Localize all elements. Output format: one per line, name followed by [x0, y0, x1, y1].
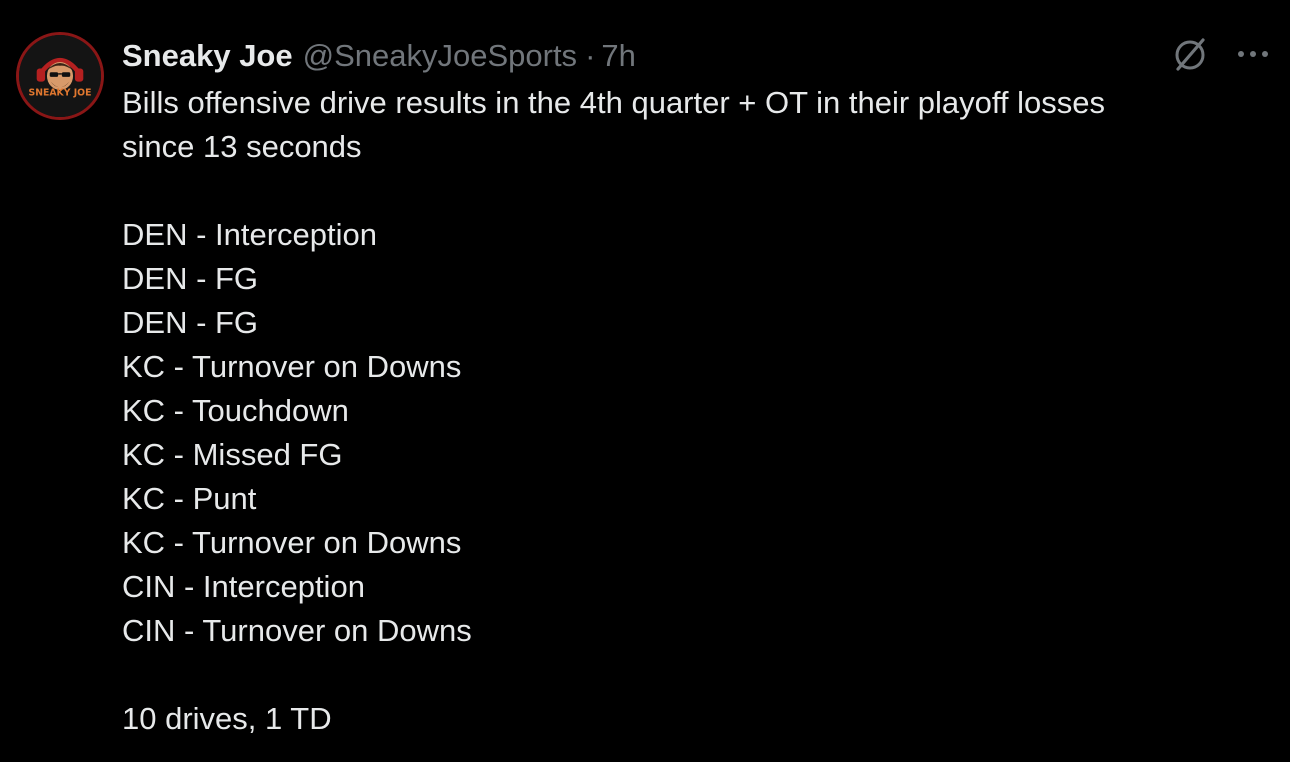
drive-item: DEN - Interception [122, 217, 377, 252]
drive-item: KC - Punt [122, 481, 257, 516]
drive-item: KC - Turnover on Downs [122, 349, 462, 384]
drive-item: CIN - Interception [122, 569, 365, 604]
summary-line: 10 drives, 1 TD [122, 701, 332, 736]
tweet-intro-line-1: Bills offensive drive results in the 4th… [122, 85, 1106, 120]
avatar[interactable]: SNEAKY JOE [16, 32, 104, 120]
drive-item: DEN - FG [122, 305, 259, 340]
tweet: SNEAKY JOE Sneaky Joe @SneakyJoeSports ·… [0, 0, 1290, 762]
timestamp[interactable]: 7h [601, 36, 635, 76]
more-dots-icon[interactable] [1236, 48, 1270, 60]
tweet-text: Bills offensive drive results in the 4th… [122, 81, 1252, 741]
grok-slash-icon[interactable] [1170, 34, 1210, 74]
separator-dot: · [585, 38, 596, 73]
drive-item: KC - Missed FG [122, 437, 343, 472]
avatar-text: SNEAKY JOE [29, 88, 92, 99]
display-name[interactable]: Sneaky Joe [122, 36, 293, 76]
avatar-image: SNEAKY JOE [19, 35, 101, 117]
drive-item: KC - Touchdown [122, 393, 349, 428]
tweet-header: Sneaky Joe @SneakyJoeSports · 7h [122, 36, 636, 76]
tweet-actions [1170, 34, 1270, 74]
drive-item: CIN - Turnover on Downs [122, 613, 472, 648]
user-handle[interactable]: @SneakyJoeSports [303, 36, 577, 76]
drive-item: KC - Turnover on Downs [122, 525, 462, 560]
drive-item: DEN - FG [122, 261, 259, 296]
tweet-intro-line-2: since 13 seconds [122, 129, 362, 164]
